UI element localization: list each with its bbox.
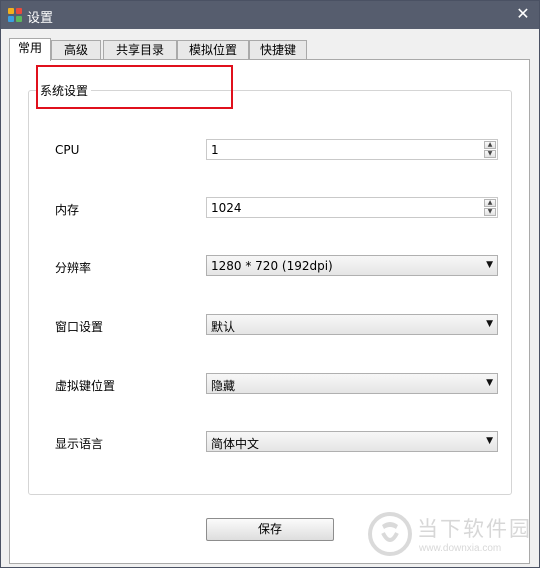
resolution-value: 1280 * 720 (192dpi)	[211, 259, 333, 273]
cpu-label: CPU	[55, 143, 80, 157]
display-language-dropdown[interactable]: 简体中文 ▼	[206, 431, 498, 452]
watermark: 当下软件园 www.downxia.com	[367, 511, 537, 565]
cpu-spinbox[interactable]: 1 ▲ ▼	[206, 139, 498, 160]
spin-down-icon[interactable]: ▼	[484, 208, 496, 216]
title-bar: 设置 ✕	[1, 1, 539, 29]
tab-shared-folder[interactable]: 共享目录	[103, 40, 177, 60]
resolution-dropdown[interactable]: 1280 * 720 (192dpi) ▼	[206, 255, 498, 276]
watermark-text: 当下软件园	[417, 517, 532, 541]
virtual-key-position-dropdown[interactable]: 隐藏 ▼	[206, 373, 498, 394]
caret-down-icon: ▼	[486, 436, 493, 446]
cpu-value[interactable]: 1	[211, 143, 219, 157]
display-language-label: 显示语言	[55, 437, 104, 451]
cpu-highlight-annotation	[36, 65, 233, 109]
window-title: 设置	[27, 11, 54, 26]
window-setting-label: 窗口设置	[55, 320, 104, 334]
app-icon	[8, 8, 22, 22]
spin-up-icon[interactable]: ▲	[484, 141, 496, 149]
memory-spin-arrows: ▲ ▼	[484, 199, 496, 216]
watermark-logo-icon	[368, 512, 412, 556]
caret-down-icon: ▼	[486, 260, 493, 270]
caret-down-icon: ▼	[486, 378, 493, 388]
tab-general[interactable]: 常用	[9, 38, 51, 61]
memory-value[interactable]: 1024	[211, 201, 242, 215]
settings-window: 设置 ✕ 常用 高级 共享目录 模拟位置 快捷键 系统设置 CPU 1 ▲ ▼ …	[0, 0, 540, 568]
window-setting-dropdown[interactable]: 默认 ▼	[206, 314, 498, 335]
save-button[interactable]: 保存	[206, 518, 334, 541]
tab-shortcuts[interactable]: 快捷键	[249, 40, 307, 60]
virtual-key-position-value: 隐藏	[211, 379, 236, 393]
spin-down-icon[interactable]: ▼	[484, 150, 496, 158]
tab-mock-location[interactable]: 模拟位置	[177, 40, 249, 60]
memory-spinbox[interactable]: 1024 ▲ ▼	[206, 197, 498, 218]
display-language-value: 简体中文	[211, 437, 260, 451]
tab-panel-general: 系统设置 CPU 1 ▲ ▼ 内存 1024 ▲ ▼ 分辨率 1280 * 72…	[9, 59, 530, 564]
resolution-label: 分辨率	[55, 261, 92, 275]
memory-label: 内存	[55, 203, 80, 217]
window-setting-value: 默认	[211, 320, 236, 334]
cpu-spin-arrows: ▲ ▼	[484, 141, 496, 158]
virtual-key-position-label: 虚拟键位置	[55, 379, 116, 393]
watermark-url: www.downxia.com	[419, 543, 502, 554]
caret-down-icon: ▼	[486, 319, 493, 329]
tab-advanced[interactable]: 高级	[51, 40, 101, 60]
close-icon[interactable]: ✕	[513, 4, 533, 24]
spin-up-icon[interactable]: ▲	[484, 199, 496, 207]
system-settings-group: 系统设置 CPU 1 ▲ ▼ 内存 1024 ▲ ▼ 分辨率 1280 * 72…	[28, 82, 512, 495]
